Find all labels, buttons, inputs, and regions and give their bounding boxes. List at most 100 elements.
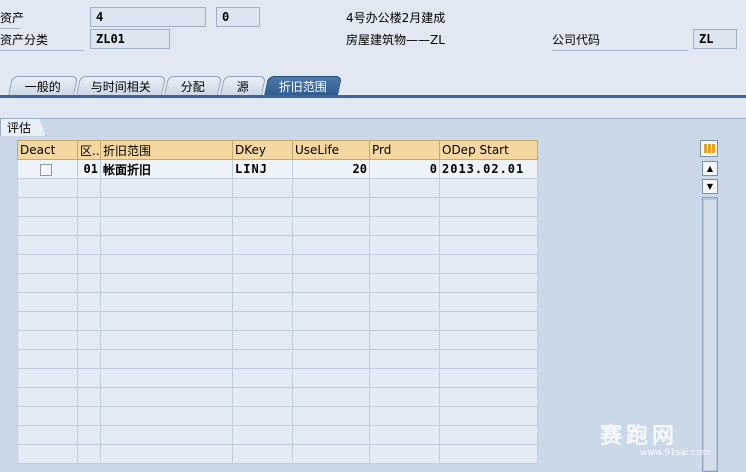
empty-cell[interactable] (369, 368, 440, 388)
empty-cell[interactable] (292, 406, 370, 426)
empty-cell[interactable] (369, 273, 440, 293)
empty-cell[interactable] (369, 216, 440, 236)
tab-general[interactable]: 一般的 (7, 76, 79, 96)
empty-cell[interactable] (232, 273, 293, 293)
empty-cell[interactable] (17, 349, 78, 369)
empty-cell[interactable] (232, 311, 293, 331)
company-code-field[interactable]: ZL (693, 29, 737, 49)
col-header-odep-start[interactable]: ODep Start (439, 140, 538, 160)
empty-cell[interactable] (100, 349, 233, 369)
empty-cell[interactable] (77, 444, 101, 464)
empty-cell[interactable] (77, 368, 101, 388)
empty-cell[interactable] (100, 235, 233, 255)
empty-cell[interactable] (232, 197, 293, 217)
empty-cell[interactable] (232, 178, 293, 198)
scroll-down-icon[interactable]: ▼ (702, 179, 718, 194)
empty-cell[interactable] (292, 273, 370, 293)
empty-cell[interactable] (77, 273, 101, 293)
empty-cell[interactable] (369, 330, 440, 350)
empty-cell[interactable] (17, 292, 78, 312)
empty-cell[interactable] (100, 273, 233, 293)
asset-number-field[interactable]: 4 (90, 7, 206, 27)
empty-cell[interactable] (439, 444, 538, 464)
deact-checkbox[interactable] (40, 163, 52, 176)
empty-cell[interactable] (100, 292, 233, 312)
col-header-area-name[interactable]: 折旧范围 (100, 140, 233, 160)
asset-class-field[interactable]: ZL01 (90, 29, 170, 49)
empty-cell[interactable] (439, 292, 538, 312)
empty-cell[interactable] (369, 254, 440, 274)
column-settings-icon[interactable] (700, 140, 718, 157)
empty-cell[interactable] (232, 425, 293, 445)
empty-cell[interactable] (77, 349, 101, 369)
empty-cell[interactable] (77, 216, 101, 236)
col-header-dkey[interactable]: DKey (232, 140, 293, 160)
empty-cell[interactable] (77, 311, 101, 331)
col-header-uselife[interactable]: UseLife (292, 140, 370, 160)
empty-cell[interactable] (439, 368, 538, 388)
empty-cell[interactable] (232, 406, 293, 426)
uselife-cell[interactable]: 20 (292, 159, 370, 179)
empty-cell[interactable] (100, 178, 233, 198)
empty-cell[interactable] (17, 178, 78, 198)
empty-cell[interactable] (77, 330, 101, 350)
empty-cell[interactable] (77, 425, 101, 445)
empty-cell[interactable] (77, 235, 101, 255)
empty-cell[interactable] (292, 330, 370, 350)
empty-cell[interactable] (232, 330, 293, 350)
empty-cell[interactable] (292, 387, 370, 407)
scroll-thumb[interactable] (704, 200, 716, 470)
dkey-cell[interactable]: LINJ (232, 159, 293, 179)
empty-cell[interactable] (439, 254, 538, 274)
empty-cell[interactable] (439, 425, 538, 445)
empty-cell[interactable] (232, 368, 293, 388)
empty-cell[interactable] (292, 178, 370, 198)
empty-cell[interactable] (17, 368, 78, 388)
empty-cell[interactable] (292, 349, 370, 369)
tab-allocation[interactable]: 分配 (163, 76, 223, 96)
empty-cell[interactable] (100, 387, 233, 407)
area-name-cell[interactable]: 帐面折旧 (100, 159, 233, 179)
empty-cell[interactable] (17, 216, 78, 236)
empty-cell[interactable] (292, 292, 370, 312)
col-header-prd[interactable]: Prd (369, 140, 440, 160)
empty-cell[interactable] (100, 444, 233, 464)
empty-cell[interactable] (77, 387, 101, 407)
empty-cell[interactable] (369, 349, 440, 369)
empty-cell[interactable] (17, 197, 78, 217)
empty-cell[interactable] (292, 216, 370, 236)
tab-origin[interactable]: 源 (219, 76, 267, 96)
tab-time-dependent[interactable]: 与时间相关 (75, 76, 167, 96)
empty-cell[interactable] (100, 254, 233, 274)
empty-cell[interactable] (292, 254, 370, 274)
scroll-up-icon[interactable]: ▲ (702, 161, 718, 176)
empty-cell[interactable] (369, 444, 440, 464)
empty-cell[interactable] (100, 425, 233, 445)
empty-cell[interactable] (369, 387, 440, 407)
sub-number-field[interactable]: 0 (216, 7, 260, 27)
empty-cell[interactable] (100, 368, 233, 388)
scroll-track[interactable] (702, 197, 718, 472)
empty-cell[interactable] (17, 425, 78, 445)
empty-cell[interactable] (232, 254, 293, 274)
empty-cell[interactable] (439, 197, 538, 217)
empty-cell[interactable] (17, 330, 78, 350)
empty-cell[interactable] (232, 444, 293, 464)
empty-cell[interactable] (292, 197, 370, 217)
empty-cell[interactable] (292, 444, 370, 464)
empty-cell[interactable] (77, 292, 101, 312)
empty-cell[interactable] (17, 387, 78, 407)
empty-cell[interactable] (369, 425, 440, 445)
empty-cell[interactable] (232, 387, 293, 407)
empty-cell[interactable] (439, 387, 538, 407)
empty-cell[interactable] (439, 406, 538, 426)
empty-cell[interactable] (439, 273, 538, 293)
col-header-deact[interactable]: Deact (17, 140, 78, 160)
empty-cell[interactable] (100, 406, 233, 426)
empty-cell[interactable] (17, 273, 78, 293)
empty-cell[interactable] (17, 254, 78, 274)
empty-cell[interactable] (100, 330, 233, 350)
empty-cell[interactable] (232, 349, 293, 369)
empty-cell[interactable] (439, 235, 538, 255)
empty-cell[interactable] (17, 235, 78, 255)
